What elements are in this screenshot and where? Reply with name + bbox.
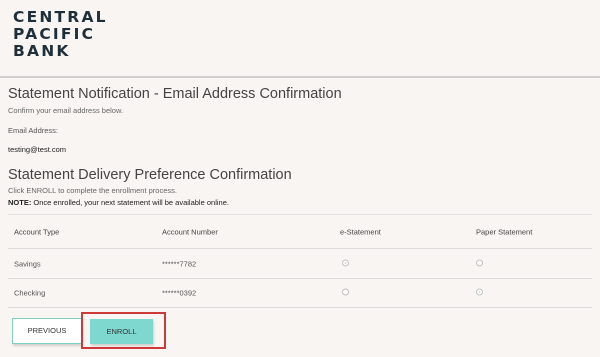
email-label: Email Address:	[8, 126, 59, 135]
previous-button[interactable]: PREVIOUS	[12, 318, 82, 344]
paper-statement-radio[interactable]	[476, 259, 483, 268]
enroll-instruction: Click ENROLL to complete the enrollment …	[8, 186, 177, 195]
logo-line-1: CENTRAL	[13, 8, 108, 26]
header-account-type: Account Type	[14, 227, 60, 236]
email-section-title: Statement Notification - Email Address C…	[8, 86, 342, 102]
estatement-radio[interactable]	[342, 259, 349, 268]
header-paper-statement: Paper Statement	[476, 227, 533, 236]
table-row: Savings ******7782	[8, 248, 592, 278]
email-section-subtitle: Confirm your email address below.	[8, 106, 124, 115]
email-value: testing@test.com	[8, 145, 67, 154]
account-number: ******0392	[162, 288, 197, 298]
header-estatement: e-Statement	[340, 227, 381, 236]
logo-line-3: BANK	[13, 42, 71, 60]
bank-logo[interactable]: CENTRAL PACIFIC BANK	[13, 9, 108, 60]
account-table: Account Type Account Number e-Statement …	[8, 214, 592, 308]
page-header: CENTRAL PACIFIC BANK	[0, 0, 600, 78]
header-account-number: Account Number	[162, 227, 218, 236]
table-header-row: Account Type Account Number e-Statement …	[8, 214, 592, 248]
paper-statement-radio[interactable]	[476, 288, 483, 298]
account-number: ******7782	[162, 259, 197, 268]
account-type: Checking	[14, 288, 46, 298]
enroll-button[interactable]: ENROLL	[90, 319, 153, 344]
note-text: Once enrolled, your next statement will …	[31, 198, 229, 207]
enroll-note: NOTE: Once enrolled, your next statement…	[8, 198, 229, 207]
estatement-radio[interactable]	[342, 288, 349, 298]
note-label: NOTE:	[8, 198, 32, 207]
delivery-section-title: Statement Delivery Preference Confirmati…	[8, 167, 292, 183]
account-type: Savings	[14, 259, 41, 268]
logo-line-2: PACIFIC	[13, 25, 96, 43]
table-row: Checking ******0392	[8, 278, 592, 308]
